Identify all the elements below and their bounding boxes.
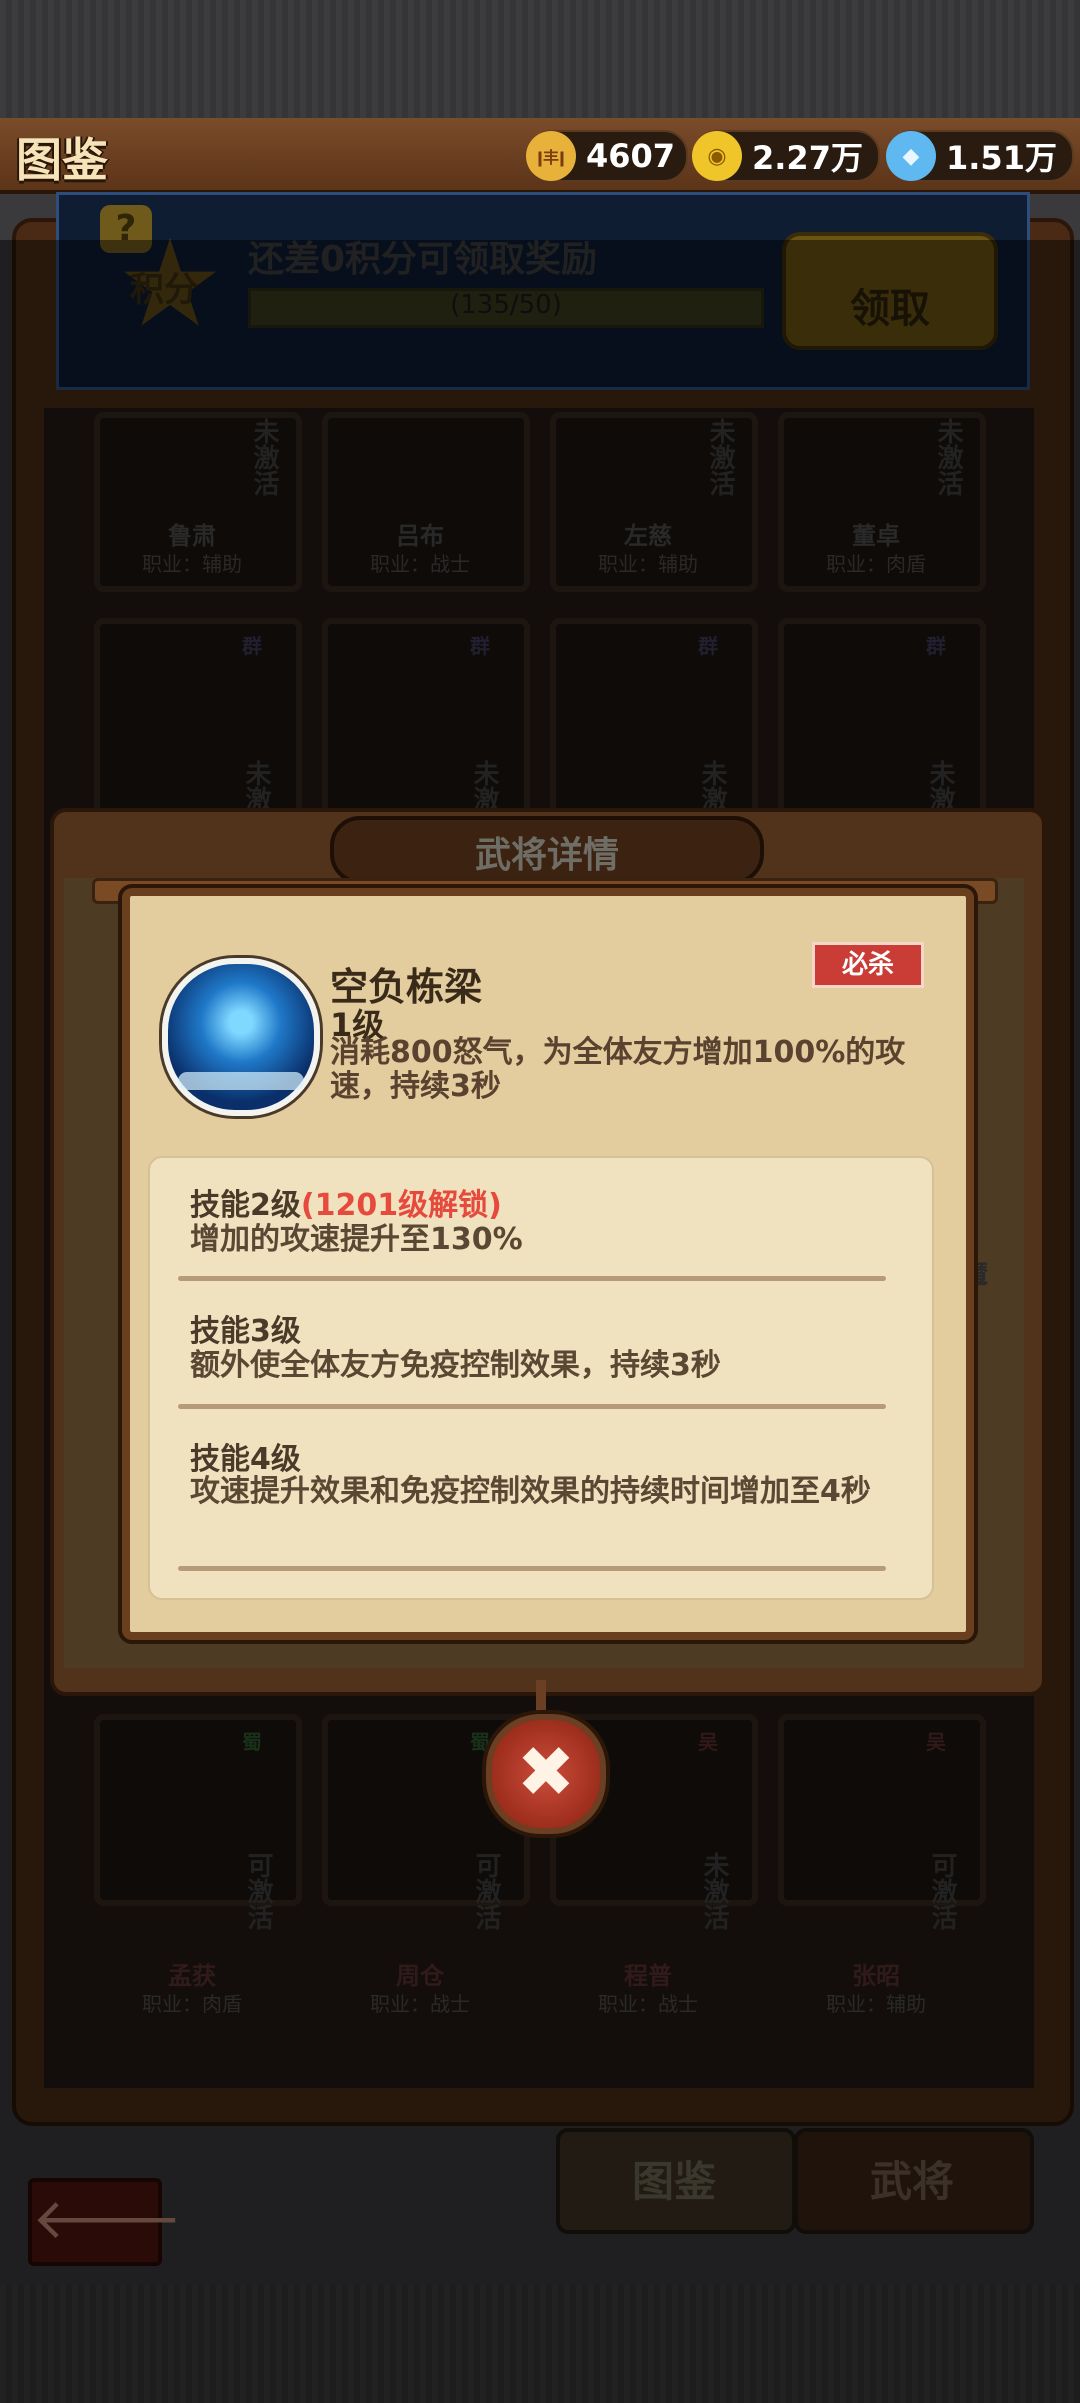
skill-description: 消耗800怒气，为全体友方增加100%的攻速，持续3秒 [330, 1035, 906, 1104]
ticket-counter: ǀ丰ǀ 4607 [526, 130, 688, 182]
skill-icon [162, 958, 320, 1116]
coin-value: 2.27万 [752, 139, 863, 177]
diamond-counter: ◆ 1.51万 [886, 130, 1074, 182]
tier-title-text: 技能2级 [190, 1188, 301, 1223]
tier-divider [178, 1566, 886, 1571]
tier-title-text: 技能3级 [190, 1314, 301, 1349]
diamond-icon: ◆ [886, 131, 936, 181]
ultimate-badge: 必杀 [812, 942, 924, 988]
tier-divider [178, 1404, 886, 1409]
close-button[interactable]: ✖ [486, 1714, 606, 1834]
tier-title: 技能3级 [190, 1306, 301, 1350]
tier-description: 增加的攻速提升至130% [190, 1222, 523, 1257]
diamond-value: 1.51万 [946, 139, 1057, 177]
tier-description: 额外使全体友方免疫控制效果，持续3秒 [190, 1348, 721, 1383]
modal-title: 武将详情 [474, 835, 619, 876]
tier-title: 技能4级 [190, 1434, 301, 1478]
ticket-icon: ǀ丰ǀ [526, 131, 576, 181]
tier-divider [178, 1276, 886, 1281]
ticket-value: 4607 [586, 137, 676, 175]
tier-title: 技能2级(1201级解锁) [190, 1180, 502, 1224]
page-title: 图鉴 [16, 133, 108, 187]
tier-title-text: 技能4级 [190, 1442, 301, 1477]
top-decor [0, 0, 1080, 118]
tier-description: 攻速提升效果和免疫控制效果的持续时间增加至4秒 [190, 1474, 871, 1509]
tier-lock-text: (1201级解锁) [300, 1188, 502, 1223]
coin-icon: ◉ [692, 131, 742, 181]
coin-counter: ◉ 2.27万 [692, 130, 880, 182]
